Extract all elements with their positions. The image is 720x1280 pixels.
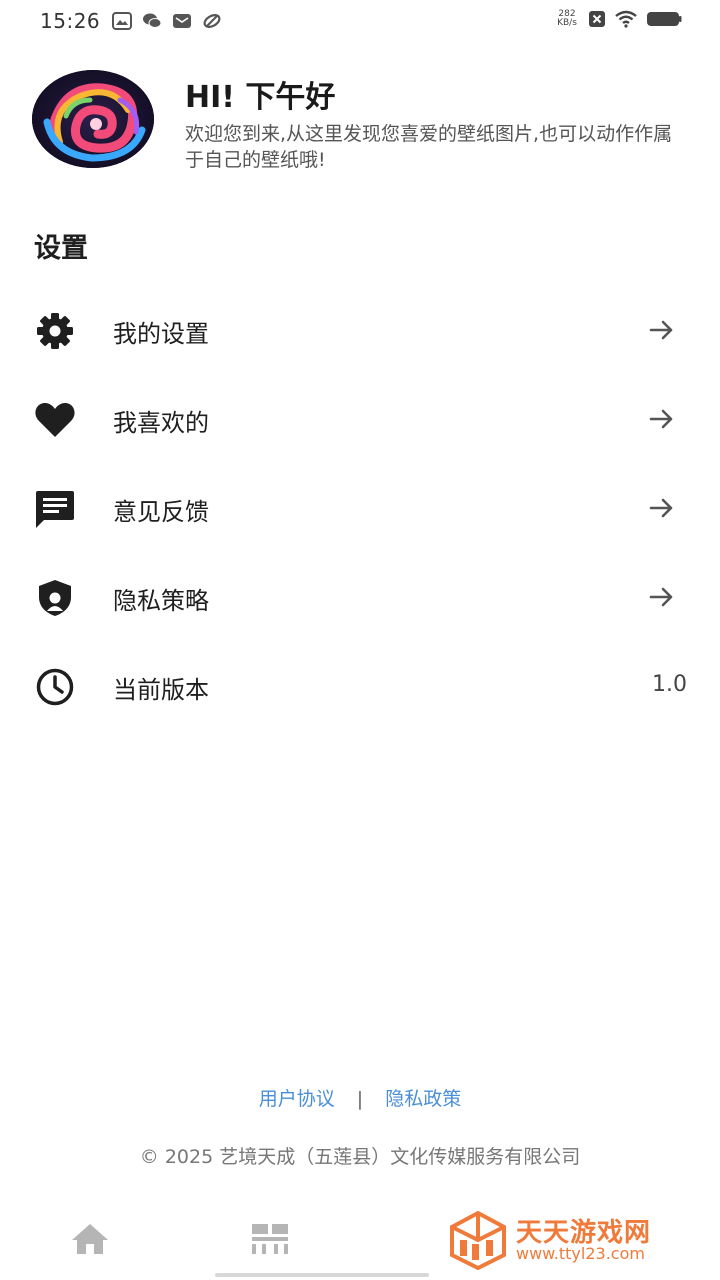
arrow-right-icon [649, 409, 673, 429]
menu-item-feedback[interactable]: 意见反馈 [0, 464, 720, 553]
gallery-icon [112, 12, 132, 30]
watermark-url: www.ttyl23.com [516, 1244, 645, 1263]
wifi-icon [615, 10, 637, 28]
menu-label: 我的设置 [113, 320, 209, 348]
settings-section-title: 设置 [34, 233, 88, 264]
privacy-policy-link[interactable]: 隐私政策 [385, 1088, 461, 1110]
copyright-text: © 2025 艺境天成（五莲县）文化传媒服务有限公司 [139, 1146, 581, 1168]
avatar[interactable] [32, 70, 154, 168]
footer-links: 用户协议 | 隐私政策 [0, 1084, 720, 1111]
home-indicator [215, 1273, 429, 1277]
swirl-logo-image [32, 70, 154, 168]
shield-icon [39, 580, 71, 616]
menu-label: 隐私策略 [113, 587, 209, 615]
menu-item-current-version: 当前版本 1.0 [0, 642, 720, 731]
clock-icon [36, 668, 74, 706]
wechat-icon [143, 13, 162, 28]
menu-item-my-settings[interactable]: 我的设置 [0, 286, 720, 375]
link-separator: | [356, 1088, 364, 1110]
link-icon [203, 14, 221, 28]
arrow-right-icon [649, 498, 673, 518]
greeting-title: HI! 下午好 [185, 80, 336, 115]
version-value: 1.0 [652, 672, 687, 697]
status-bar: 15:26 282 KB/s [0, 0, 720, 44]
system-icons: 282 KB/s [554, 10, 682, 28]
menu-label: 我喜欢的 [113, 409, 209, 437]
net-speed-unit: KB/s [557, 18, 577, 28]
mail-icon [173, 14, 191, 28]
arrow-right-icon [649, 587, 673, 607]
battery-icon [647, 12, 682, 26]
gear-icon [37, 313, 73, 349]
network-speed: 282 KB/s [554, 10, 580, 28]
intro-text: 欢迎您到来,从这里发现您喜爱的壁纸图片,也可以动作作属于自己的壁纸哦! [185, 123, 673, 171]
home-icon[interactable] [70, 1222, 110, 1256]
watermark: 天天游戏网 www.ttyl23.com [448, 1210, 688, 1270]
menu-label: 意见反馈 [113, 498, 209, 526]
grid-icon[interactable] [250, 1222, 290, 1256]
heart-icon [35, 403, 75, 437]
status-time: 15:26 [40, 9, 101, 33]
user-agreement-link[interactable]: 用户协议 [259, 1088, 335, 1110]
close-notification-icon [589, 11, 605, 27]
notification-icons [112, 12, 222, 30]
menu-item-privacy-strategy[interactable]: 隐私策略 [0, 553, 720, 642]
menu-item-favorites[interactable]: 我喜欢的 [0, 375, 720, 464]
arrow-right-icon [649, 320, 673, 340]
menu-label: 当前版本 [113, 676, 209, 704]
feedback-icon [36, 491, 74, 528]
watermark-logo-icon [450, 1210, 506, 1270]
